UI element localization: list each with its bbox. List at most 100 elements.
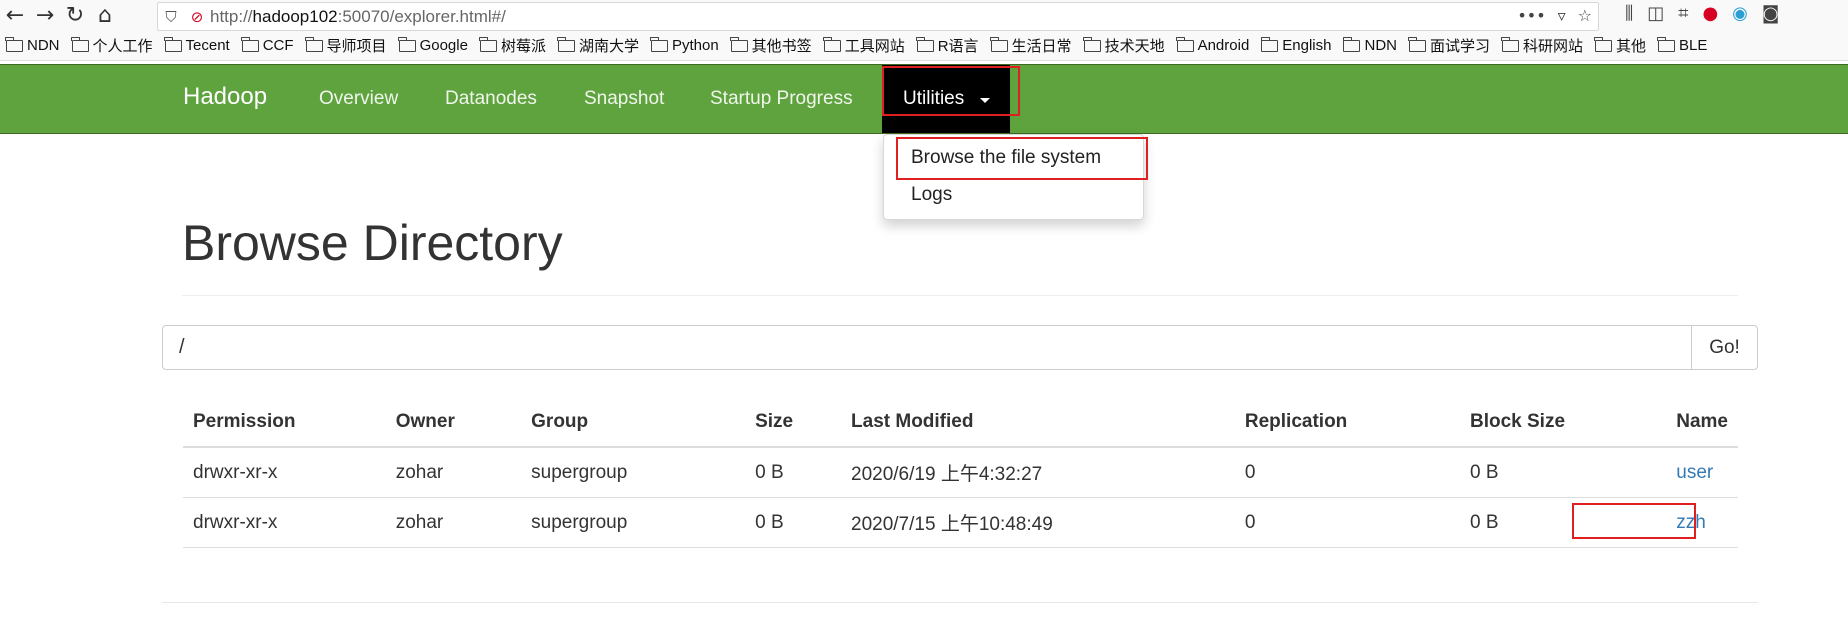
folder-icon — [70, 36, 89, 52]
bookmark-item[interactable]: Tecent — [163, 36, 230, 54]
name-link-zzh[interactable]: zzh — [1676, 512, 1706, 533]
bookmarks-bar: NDN 个人工作 Tecent CCF 导师项目 Google 树莓派 湖南大学 Python 其… — [0, 31, 1848, 61]
bookmark-item[interactable]: 导师项目 — [304, 35, 387, 56]
bookmark-item[interactable]: Google — [397, 36, 468, 54]
name-link-user[interactable]: user — [1676, 462, 1713, 483]
go-button[interactable]: Go! — [1691, 325, 1758, 370]
bookmark-item[interactable]: Python — [650, 36, 719, 54]
divider — [162, 602, 1758, 603]
address-bar[interactable]: ⛉ ⊘ http://hadoop102:50070/explorer.html… — [157, 2, 1599, 31]
block-size-cell: 0 B — [1459, 447, 1667, 498]
bookmark-item[interactable]: 科研网站 — [1501, 35, 1583, 56]
nav-startup-progress[interactable]: Startup Progress — [710, 88, 853, 110]
bookmark-label: Tecent — [185, 37, 230, 54]
permission-cell: drwxr-xr-x — [183, 497, 386, 548]
folder-icon — [823, 36, 841, 52]
bookmark-label: English — [1282, 37, 1332, 54]
page-title: Browse Directory — [182, 215, 563, 271]
bookmark-label: NDN — [1364, 37, 1397, 54]
column-header[interactable]: Size — [745, 398, 842, 448]
folder-icon — [304, 36, 323, 52]
crop-icon[interactable]: ⌗ — [1678, 3, 1688, 24]
folder-icon — [1408, 36, 1426, 52]
bookmark-item[interactable]: 面试学习 — [1408, 35, 1490, 56]
bookmark-label: 导师项目 — [326, 38, 387, 55]
bookmark-item[interactable]: 工具网站 — [823, 35, 905, 56]
size-cell: 0 B — [745, 497, 842, 548]
bookmark-label: CCF — [262, 37, 294, 54]
size-cell: 0 B — [745, 447, 842, 498]
extension-icon[interactable]: ◉ — [1732, 3, 1748, 24]
owner-cell: zohar — [385, 447, 522, 498]
browser-toolbar: ← → ↻ ⌂ ⛉ ⊘ http://hadoop102:50070/explo… — [0, 0, 1848, 31]
name-cell: zzh — [1666, 497, 1738, 548]
nav-overview[interactable]: Overview — [319, 88, 398, 110]
column-header[interactable]: Owner — [385, 398, 522, 448]
folder-icon — [1082, 36, 1101, 52]
bookmark-item[interactable]: 其他书签 — [730, 35, 812, 56]
column-header[interactable]: Replication — [1234, 398, 1460, 448]
nav-utilities-dropdown[interactable]: Utilities — [882, 65, 1010, 133]
bookmark-label: 技术天地 — [1104, 38, 1165, 55]
extension-icon[interactable]: ● — [1702, 3, 1718, 24]
bookmark-label: Python — [671, 37, 719, 54]
reload-icon[interactable]: ↻ — [60, 1, 90, 31]
table-header-row: Permission Owner Group Size Last Modifie… — [183, 398, 1738, 448]
bookmark-item[interactable]: CCF — [241, 36, 294, 54]
bookmark-item[interactable]: 其他 — [1594, 35, 1646, 56]
sidebar-icon[interactable]: ◫ — [1647, 3, 1664, 24]
name-cell: user — [1666, 447, 1738, 498]
directory-table: Permission Owner Group Size Last Modifie… — [183, 398, 1738, 548]
path-input[interactable] — [162, 325, 1692, 370]
column-header[interactable]: Name — [1666, 398, 1738, 448]
bookmark-item[interactable]: 技术天地 — [1082, 35, 1165, 56]
bookmark-star-icon[interactable]: ☆ — [1578, 6, 1592, 25]
column-header[interactable]: Permission — [183, 398, 386, 448]
divider — [182, 295, 1738, 296]
bookmark-label: Android — [1197, 37, 1250, 54]
column-header[interactable]: Block Size — [1459, 398, 1667, 448]
library-icon[interactable]: ⫼ — [1625, 3, 1633, 24]
bookmark-item[interactable]: 湖南大学 — [557, 35, 639, 56]
bookmark-item[interactable]: NDN — [5, 36, 60, 54]
utilities-label: Utilities — [903, 88, 965, 109]
pocket-icon[interactable]: ▿ — [1558, 6, 1566, 25]
nav-datanodes[interactable]: Datanodes — [445, 88, 537, 110]
bookmark-label: 湖南大学 — [578, 38, 639, 55]
bookmark-label: 其他书签 — [751, 38, 812, 55]
nav-snapshot[interactable]: Snapshot — [584, 88, 664, 110]
forward-icon[interactable]: → — [30, 1, 60, 31]
block-size-cell: 0 B — [1459, 497, 1667, 548]
bookmark-item[interactable]: R语言 — [916, 35, 979, 56]
column-header[interactable]: Group — [521, 398, 746, 448]
bookmark-label: NDN — [27, 37, 60, 54]
page-actions-icon[interactable]: ••• — [1517, 6, 1545, 25]
caret-down-icon — [980, 98, 990, 103]
extension-icon[interactable]: ◙ — [1762, 3, 1779, 24]
bookmark-item[interactable]: 树莓派 — [479, 35, 546, 56]
last-modified-cell: 2020/7/15 上午10:48:49 — [841, 497, 1235, 548]
insecure-lock-icon[interactable]: ⊘ — [184, 8, 210, 26]
shield-icon[interactable]: ⛉ — [158, 8, 184, 26]
bookmark-item[interactable]: Android — [1175, 36, 1250, 54]
back-icon[interactable]: ← — [0, 1, 30, 31]
bookmark-label: BLE — [1679, 37, 1708, 54]
home-icon[interactable]: ⌂ — [90, 1, 120, 31]
bookmark-item[interactable]: NDN — [1342, 36, 1397, 54]
folder-icon — [557, 36, 575, 52]
bookmark-item[interactable]: English — [1260, 36, 1332, 54]
folder-icon — [241, 36, 259, 52]
brand-logo[interactable]: Hadoop — [183, 83, 267, 111]
bookmark-label: 面试学习 — [1429, 38, 1490, 55]
menu-browse-file-system[interactable]: Browse the file system — [911, 147, 1101, 169]
column-header[interactable]: Last Modified — [841, 398, 1235, 448]
bookmark-item[interactable]: 生活日常 — [989, 35, 1072, 56]
folder-icon — [1342, 36, 1361, 52]
folder-icon — [1501, 36, 1519, 52]
table-row: drwxr-xr-x zohar supergroup 0 B 2020/7/1… — [183, 497, 1738, 548]
bookmark-item[interactable]: BLE — [1657, 36, 1708, 54]
url-text[interactable]: http://hadoop102:50070/explorer.html#/ — [210, 7, 506, 27]
replication-cell: 0 — [1234, 447, 1460, 498]
bookmark-item[interactable]: 个人工作 — [70, 35, 153, 56]
menu-logs[interactable]: Logs — [911, 184, 952, 206]
